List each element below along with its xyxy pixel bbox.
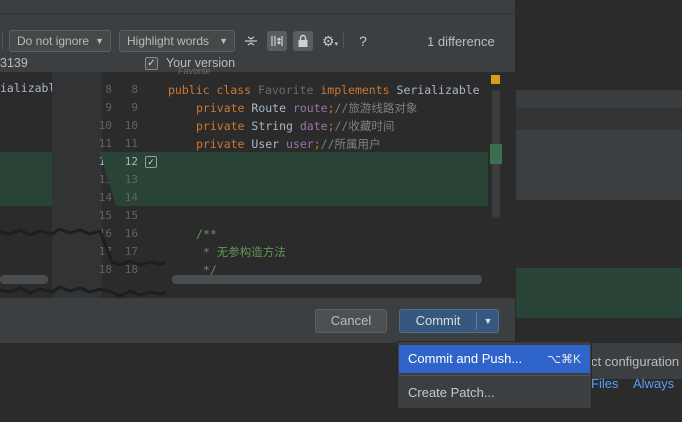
bg-files-link[interactable]: Files (591, 376, 618, 391)
menu-item-label: Create Patch... (408, 385, 495, 400)
diff-editor: ializable 8 9 10 11 12 13 14 15 16 17 18… (0, 66, 515, 298)
lock-button[interactable] (293, 31, 313, 51)
code-line-10: private String date;//收藏时间 (196, 119, 395, 133)
line-number: 10 (124, 119, 138, 132)
code-line-9: private Route route;//旅游线路对象 (196, 101, 418, 115)
menu-item-commit-and-push[interactable]: Commit and Push... ⌥⌘K (399, 345, 590, 373)
menu-item-shortcut: ⌥⌘K (547, 352, 581, 366)
warning-marker-icon[interactable] (491, 75, 500, 84)
sync-scroll-icon (271, 36, 283, 46)
line-number: 11 (124, 137, 138, 150)
line-number: 8 (131, 83, 138, 96)
code-line-8: public class Favorite implements Seriali… (168, 83, 494, 97)
your-version-checkbox[interactable]: ✓ (145, 57, 158, 70)
bg-panel (515, 130, 682, 200)
code-line-18: */ (196, 263, 217, 277)
ignore-select-value: Do not ignore (17, 34, 90, 48)
commit-options-arrow[interactable]: ▼ (477, 310, 499, 332)
include-change-checkbox[interactable]: ✓ (145, 156, 157, 168)
code-line-11: private User user;//所属用户 (196, 137, 381, 151)
error-stripe[interactable] (488, 72, 515, 298)
highlight-mode-select[interactable]: Highlight words ▼ (119, 30, 235, 52)
bg-notification-text: ct configuration (591, 354, 680, 369)
collapse-unchanged-button[interactable] (241, 31, 261, 51)
settings-button[interactable]: ⚙▾ (320, 31, 340, 51)
commit-button[interactable]: Commit ▼ (399, 309, 499, 333)
right-line-gutter: 8 9 10 11 12 13 14 15 16 17 18 ✓ (102, 72, 166, 298)
menu-separator (399, 375, 590, 376)
chevron-down-icon: ▼ (219, 36, 228, 46)
help-button[interactable]: ? (353, 31, 373, 51)
right-horizontal-scrollbar[interactable] (172, 275, 482, 284)
bg-always-link[interactable]: Always (633, 376, 674, 391)
right-added-region (166, 152, 488, 206)
dialog-footer: Cancel Commit ▼ (0, 298, 515, 343)
ignore-whitespace-select[interactable]: Do not ignore ▼ (9, 30, 111, 52)
commit-options-menu: Commit and Push... ⌥⌘K Create Patch... (397, 341, 592, 409)
line-number: 16 (124, 227, 138, 240)
bg-toolbar (515, 108, 682, 130)
file-name-tooltip: Favorite (178, 66, 211, 76)
line-number: 15 (124, 209, 138, 222)
commit-button-label: Commit (415, 313, 461, 328)
highlight-select-value: Highlight words (127, 34, 210, 48)
menu-item-create-patch[interactable]: Create Patch... (399, 379, 590, 407)
line-number: 18 (124, 263, 138, 276)
bg-editor-top (515, 0, 682, 90)
change-marker (490, 144, 502, 164)
sync-scroll-button[interactable] (267, 31, 287, 51)
code-line-16: /** (196, 227, 217, 241)
pane-headers: 3139 ✓ Your version (0, 56, 515, 72)
line-number: 9 (131, 101, 138, 114)
collapse-icon (245, 36, 257, 46)
line-number: 12 (124, 155, 138, 168)
code-line-17: * 无参构造方法 (196, 245, 286, 259)
lock-icon (298, 34, 308, 47)
chevron-down-icon: ▾ (334, 41, 339, 48)
line-number: 14 (124, 191, 138, 204)
line-number: 13 (124, 173, 138, 186)
chevron-down-icon: ▼ (95, 36, 104, 46)
menu-item-label: Commit and Push... (408, 351, 523, 366)
cancel-button[interactable]: Cancel (315, 309, 387, 333)
bg-tab-strip (515, 90, 682, 108)
toolbar-separator (343, 33, 344, 49)
diff-toolbar: Do not ignore ▼ Highlight words ▼ ⚙▾ ? 1… (0, 26, 515, 56)
difference-count: 1 difference (427, 34, 495, 49)
dialog-title-strip (0, 0, 515, 14)
gear-icon: ⚙ (321, 33, 335, 49)
bg-added-block (515, 268, 682, 318)
left-pane-title: 3139 (0, 56, 28, 70)
line-number: 17 (124, 245, 138, 258)
commit-dialog: Do not ignore ▼ Highlight words ▼ ⚙▾ ? 1… (0, 0, 516, 344)
toolbar-separator (2, 32, 3, 50)
